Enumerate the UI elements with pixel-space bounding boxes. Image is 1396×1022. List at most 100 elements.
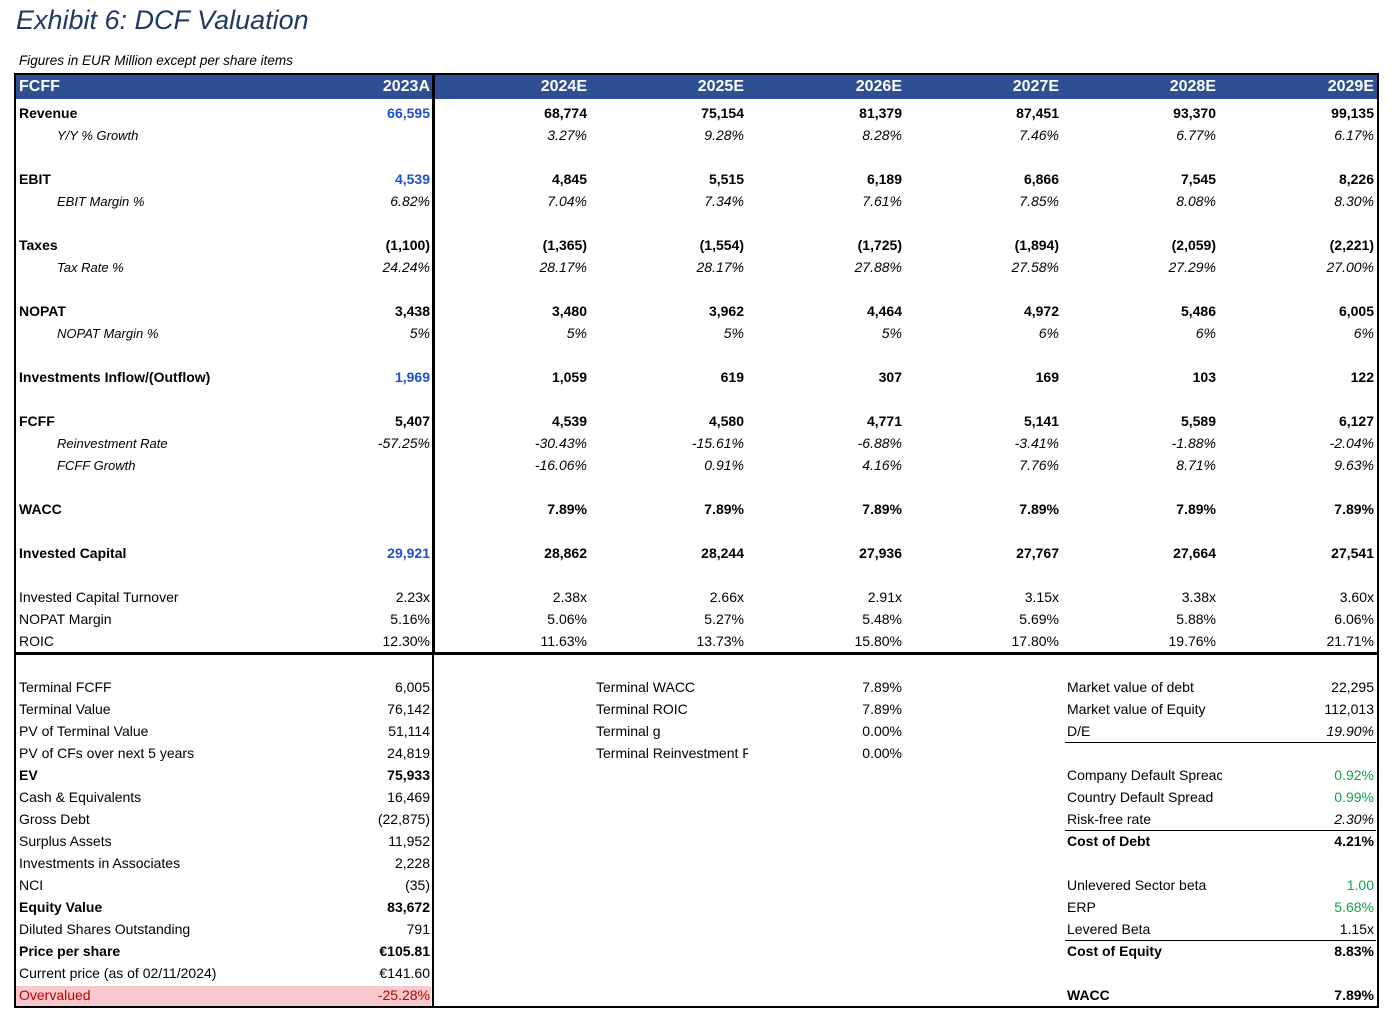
cell-value: 5.88% [1176, 611, 1216, 627]
cell-value: 6,866 [1023, 171, 1059, 187]
wacc-value: 19.90% [1326, 723, 1374, 739]
cell-value: -57.25% [377, 435, 430, 451]
cell-value: 1,969 [394, 369, 430, 385]
row-label: NOPAT Margin [19, 611, 112, 627]
cell-value: 5.27% [704, 611, 744, 627]
cell-value: 5% [566, 325, 587, 341]
cell-value: 7.34% [704, 193, 744, 209]
cell-value: 75,154 [701, 105, 744, 121]
subtitle: Figures in EUR Million except per share … [19, 53, 293, 68]
row-label: Y/Y % Growth [57, 128, 139, 143]
valuation-label: NCI [19, 877, 44, 893]
valuation-value: €105.81 [379, 943, 430, 959]
wacc-value: 0.92% [1334, 767, 1374, 783]
cell-value: 6,005 [1338, 303, 1374, 319]
cell-value: 6% [1038, 325, 1059, 341]
cell-value: 307 [878, 369, 902, 385]
cell-value: 3,480 [551, 303, 587, 319]
cell-value: 28.17% [696, 259, 744, 275]
row-label: FCFF [19, 413, 55, 429]
cell-value: 66,595 [387, 105, 430, 121]
cell-value: 5,486 [1180, 303, 1216, 319]
wacc-label: Market value of Equity [1067, 701, 1206, 717]
cell-value: (2,059) [1171, 237, 1216, 253]
cell-value: 7.89% [547, 501, 587, 517]
cell-value: 3,438 [394, 303, 430, 319]
cell-value: 28,244 [701, 545, 744, 561]
row-label: Revenue [19, 105, 78, 121]
cell-value: 27.29% [1168, 259, 1216, 275]
cell-value: (1,725) [857, 237, 902, 253]
cell-value: 21.71% [1326, 633, 1374, 649]
header-year: 2029E [1327, 78, 1374, 95]
cell-value: 4,539 [394, 171, 430, 187]
valuation-value: 11,952 [388, 833, 430, 849]
cell-value: 9.28% [704, 127, 744, 143]
cell-value: 27.58% [1011, 259, 1059, 275]
cell-value: (1,365) [542, 237, 587, 253]
cell-value: 8.08% [1176, 193, 1216, 209]
cell-value: 7.89% [862, 501, 902, 517]
wacc-value: 1.15x [1339, 921, 1374, 937]
cell-value: 7,545 [1180, 171, 1216, 187]
valuation-value: (35) [405, 877, 430, 893]
header-year: 2025E [697, 78, 744, 95]
row-label: NOPAT [19, 303, 66, 319]
valuation-value: €141.60 [379, 965, 430, 981]
valuation-value: 51,114 [388, 723, 430, 739]
cell-value: 5.06% [547, 611, 587, 627]
header-year: 2024E [540, 78, 587, 95]
header-year: 2026E [855, 78, 902, 95]
valuation-value: 83,672 [387, 899, 430, 915]
valuation-label: Gross Debt [19, 811, 90, 827]
page-title: Exhibit 6: DCF Valuation [16, 5, 309, 35]
cell-value: 5.48% [862, 611, 902, 627]
cell-value: 11.63% [540, 633, 587, 649]
cell-value: 7.61% [862, 193, 902, 209]
cell-value: 4,771 [866, 413, 902, 429]
cell-value: 7.46% [1019, 127, 1059, 143]
cell-value: 4,464 [866, 303, 902, 319]
wacc-label: Cost of Equity [1067, 943, 1162, 959]
cell-value: (2,221) [1329, 237, 1374, 253]
cell-value: 6.06% [1334, 611, 1374, 627]
cell-value: 3.15x [1024, 589, 1059, 605]
cell-value: 13.73% [696, 633, 744, 649]
row-label: WACC [19, 501, 62, 517]
cell-value: 5% [881, 325, 902, 341]
table-right-border [1377, 73, 1379, 1008]
cell-value: 3.38x [1181, 589, 1216, 605]
valuation-value: 16,469 [387, 789, 430, 805]
valuation-value: 75,933 [387, 767, 430, 783]
wacc-label: WACC [1067, 987, 1110, 1003]
cell-value: -1.88% [1171, 435, 1216, 451]
cell-value: 6.77% [1176, 127, 1216, 143]
cell-value: (1,894) [1014, 237, 1059, 253]
cell-value: 8.30% [1334, 193, 1374, 209]
valuation-value: -25.28% [377, 987, 430, 1003]
cell-value: 27,541 [1331, 545, 1374, 561]
wacc-value: 2.30% [1334, 811, 1374, 827]
valuation-value: 6,005 [394, 679, 430, 695]
row-label: Invested Capital [19, 545, 127, 561]
row-label: Invested Capital Turnover [19, 589, 179, 605]
cell-value: -3.41% [1014, 435, 1059, 451]
header-year: 2028E [1169, 78, 1216, 95]
valuation-label: PV of CFs over next 5 years [19, 745, 195, 761]
wacc-label: Levered Beta [1067, 921, 1151, 937]
cell-value: (1,554) [699, 237, 744, 253]
cell-value: 27,767 [1016, 545, 1059, 561]
cell-value: (1,100) [385, 237, 430, 253]
terminal-value: 7.89% [862, 701, 902, 717]
table-top-border [16, 73, 1379, 75]
cell-value: -16.06% [534, 457, 587, 473]
cell-value: 5.69% [1019, 611, 1059, 627]
cell-value: 87,451 [1016, 105, 1059, 121]
underline-rule [1065, 830, 1376, 831]
wacc-label: Company Default Spreac [1067, 767, 1222, 783]
terminal-value: 0.00% [862, 745, 902, 761]
header-fcff-label: FCFF [19, 78, 60, 95]
cell-value: 5,589 [1180, 413, 1216, 429]
valuation-divider [432, 655, 434, 1007]
cell-value: 5,141 [1023, 413, 1059, 429]
